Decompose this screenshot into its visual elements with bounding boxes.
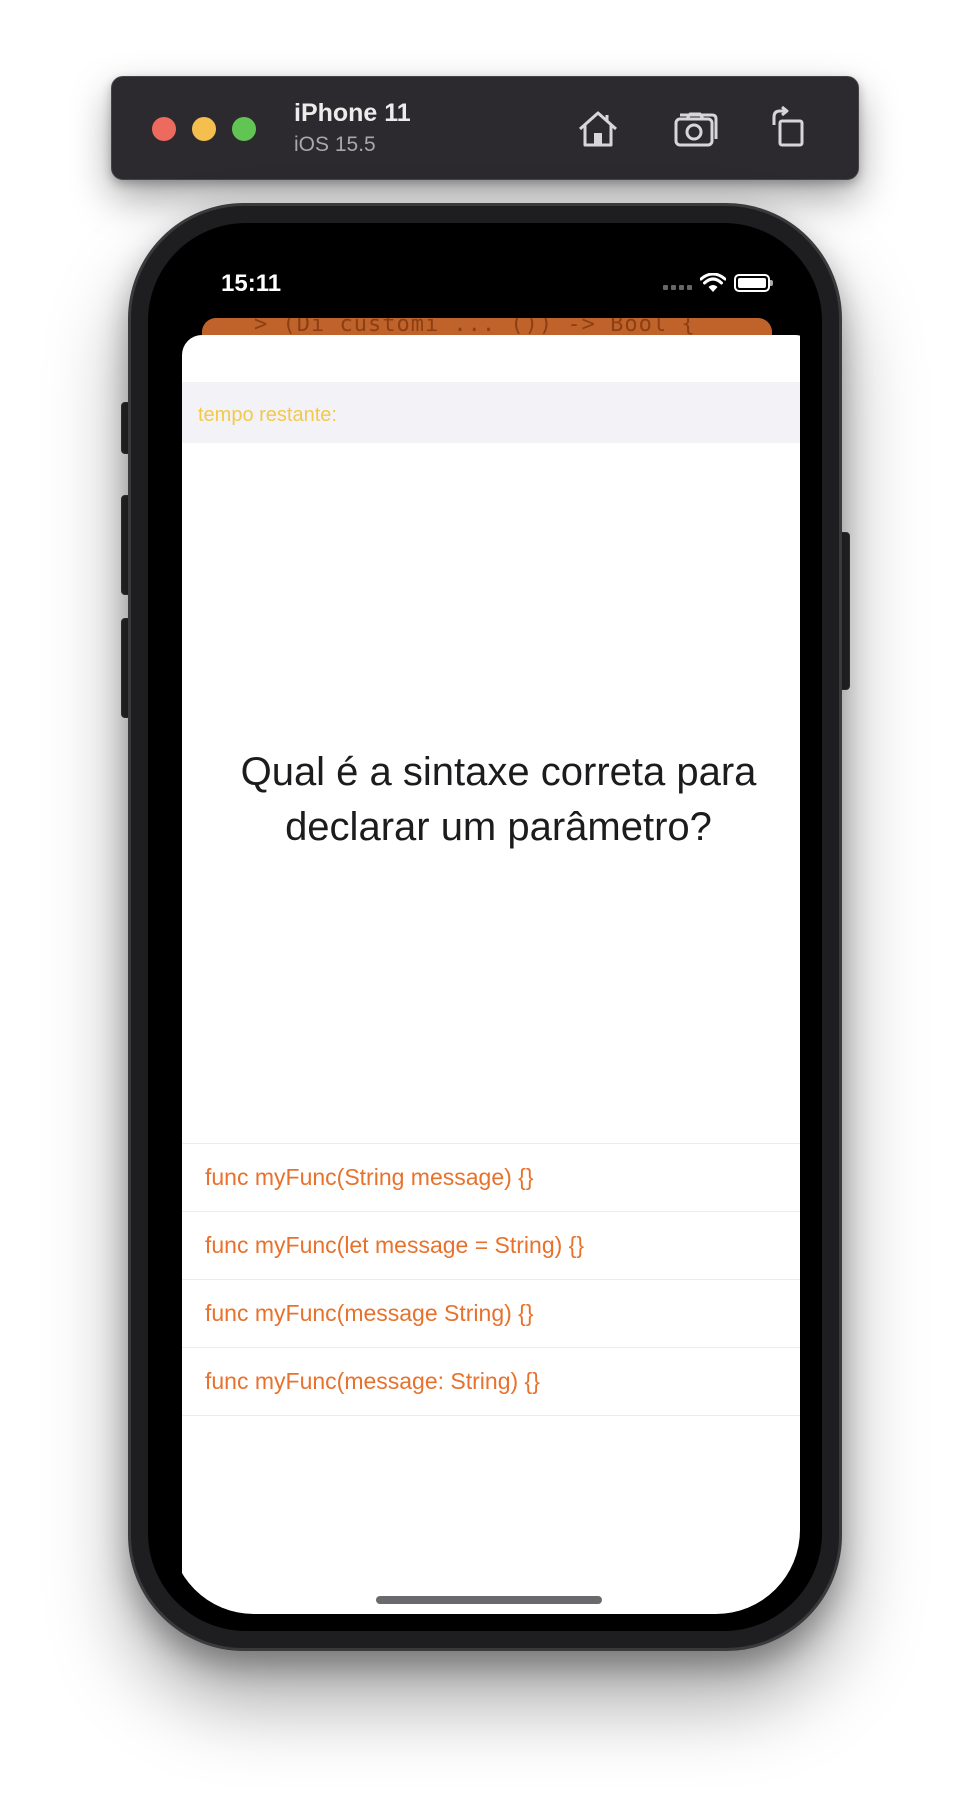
minimize-window-button[interactable] — [192, 117, 216, 141]
rotate-icon[interactable] — [766, 105, 814, 153]
home-indicator[interactable] — [376, 1596, 602, 1604]
status-icons — [663, 272, 773, 294]
status-time: 15:11 — [221, 270, 282, 297]
answer-label: func myFunc(message: String) {} — [205, 1368, 540, 1394]
timer-bar: tempo restante: — [182, 382, 800, 443]
answer-option-1[interactable]: func myFunc(String message) {} — [182, 1143, 800, 1211]
zoom-window-button[interactable] — [232, 117, 256, 141]
cellular-signal-icon — [663, 284, 692, 290]
question-text: Qual é a sintaxe correta para declarar u… — [240, 750, 757, 849]
answer-label: func myFunc(message String) {} — [205, 1300, 534, 1326]
answer-option-2[interactable]: func myFunc(let message = String) {} — [182, 1211, 800, 1279]
screenshot-icon[interactable] — [672, 105, 720, 153]
simulator-toolbar: iPhone 11 iOS 15.5 — [111, 76, 859, 180]
phone-screen: 15:11 > (Di customi ... ()) -> Bool { te… — [170, 242, 800, 1614]
answer-label: func myFunc(let message = String) {} — [205, 1232, 585, 1258]
os-version: iOS 15.5 — [294, 133, 376, 156]
close-window-button[interactable] — [152, 117, 176, 141]
device-name: iPhone 11 — [294, 99, 411, 127]
answer-option-3[interactable]: func myFunc(message String) {} — [182, 1279, 800, 1347]
timer-label: tempo restante: — [198, 404, 337, 426]
answer-list: func myFunc(String message) {} func myFu… — [182, 1143, 800, 1416]
battery-icon — [734, 274, 773, 292]
answer-option-4[interactable]: func myFunc(message: String) {} — [182, 1347, 800, 1416]
quiz-sheet: tempo restante: Qual é a sintaxe correta… — [182, 335, 800, 1614]
answer-label: func myFunc(String message) {} — [205, 1164, 534, 1190]
wifi-icon — [700, 273, 726, 293]
home-icon[interactable] — [574, 105, 622, 153]
